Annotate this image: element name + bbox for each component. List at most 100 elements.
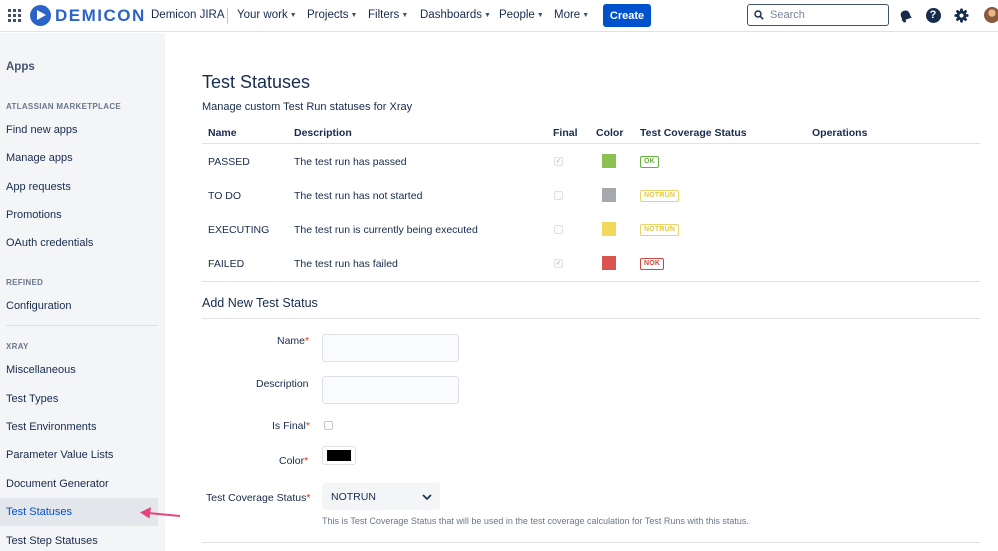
status-name: FAILED (208, 258, 245, 270)
sidebar-item-find-new-apps[interactable]: Find new apps (0, 116, 158, 144)
column-header-final: Final (553, 127, 578, 139)
site-name[interactable]: Demicon JIRA (151, 9, 225, 21)
color-picker-swatch (327, 450, 351, 461)
description-label: Description (256, 378, 309, 390)
sidebar-item-app-requests[interactable]: App requests (0, 173, 158, 201)
nav-more[interactable]: More ▼ (554, 9, 589, 21)
coverage-status-label: Test Coverage Status* (206, 492, 310, 504)
chevron-down-icon: ▼ (484, 12, 491, 19)
table-header-divider (202, 143, 980, 144)
required-mark: * (304, 455, 309, 467)
sidebar-item-test-step-statuses[interactable]: Test Step Statuses (0, 527, 158, 551)
demicon-logo-icon (30, 5, 51, 26)
search-input[interactable] (770, 9, 880, 21)
app-switcher-icon[interactable] (8, 9, 21, 22)
description-input[interactable] (322, 376, 459, 404)
sidebar-section-title: XRAY (6, 342, 29, 351)
status-color-swatch (602, 188, 616, 202)
coverage-lozenge: NOTRUN (640, 224, 680, 236)
color-picker[interactable] (322, 446, 356, 465)
is-final-label: Is Final* (272, 420, 310, 432)
sidebar-item-oauth-credentials[interactable]: OAuth credentials (0, 229, 158, 257)
avatar[interactable] (984, 7, 998, 23)
sidebar-item-test-environments[interactable]: Test Environments (0, 413, 158, 441)
sidebar-item-document-generator[interactable]: Document Generator (0, 470, 158, 498)
page-description: Manage custom Test Run statuses for Xray (202, 101, 413, 113)
name-input[interactable] (322, 334, 459, 362)
coverage-lozenge: OK (640, 156, 659, 168)
sidebar-item-promotions[interactable]: Promotions (0, 201, 158, 229)
sidebar-item-test-types[interactable]: Test Types (0, 385, 158, 413)
status-description: The test run has passed (294, 156, 407, 168)
nav-label: Projects (307, 9, 349, 21)
nav-your-work[interactable]: Your work ▼ (237, 9, 297, 21)
search-icon (754, 10, 764, 20)
form-header-divider (202, 318, 980, 319)
sidebar-item-parameter-value-lists[interactable]: Parameter Value Lists (0, 441, 158, 469)
page-title: Test Statuses (202, 72, 311, 92)
sidebar-divider (6, 325, 158, 326)
chevron-down-icon: ▼ (350, 12, 358, 19)
sidebar-item-manage-apps[interactable]: Manage apps (0, 144, 158, 172)
coverage-lozenge: NOTRUN (640, 190, 680, 202)
chevron-down-icon: ▼ (401, 12, 409, 19)
final-checkbox (554, 225, 563, 234)
create-button[interactable]: Create (603, 4, 651, 27)
column-header-operations: Operations (812, 127, 868, 139)
status-name: TO DO (208, 190, 242, 202)
logo-text: DEMICON (55, 5, 146, 25)
status-color-swatch (602, 256, 616, 270)
status-color-swatch (602, 222, 616, 236)
coverage-help-text: This is Test Coverage Status that will b… (322, 516, 749, 526)
nav-people[interactable]: People ▼ (499, 9, 544, 21)
column-header-description: Description (294, 127, 352, 139)
top-navigation: DEMICON Demicon JIRA Your work ▼ Projects… (0, 0, 998, 32)
required-mark: * (305, 420, 310, 432)
column-header-coverage: Test Coverage Status (640, 127, 747, 139)
chevron-down-icon (422, 493, 432, 500)
nav-divider (227, 8, 228, 24)
notifications-icon[interactable] (897, 7, 913, 23)
logo[interactable]: DEMICON (30, 5, 146, 26)
label-text: Name (277, 335, 306, 347)
final-checkbox: ✓ (554, 259, 563, 268)
add-status-title: Add New Test Status (202, 296, 318, 310)
coverage-status-select[interactable]: NOTRUN (322, 483, 440, 510)
name-label: Name* (277, 335, 309, 347)
nav-projects[interactable]: Projects ▼ (307, 9, 357, 21)
nav-filters[interactable]: Filters ▼ (368, 9, 408, 21)
select-value: NOTRUN (331, 490, 376, 503)
status-name: EXECUTING (208, 224, 270, 236)
sidebar-item-test-statuses[interactable]: Test Statuses (0, 498, 158, 526)
sidebar-section-title: ATLASSIAN MARKETPLACE (6, 102, 122, 111)
final-checkbox (554, 191, 563, 200)
column-header-name: Name (208, 127, 237, 139)
chevron-down-icon: ▼ (536, 12, 544, 19)
label-text: Color (279, 455, 305, 467)
form-bottom-divider (202, 542, 980, 543)
settings-icon[interactable] (953, 7, 969, 23)
label-text: Test Coverage Status (206, 492, 307, 504)
nav-label: Dashboards (420, 9, 483, 21)
status-description: The test run has failed (294, 258, 398, 270)
sidebar: Apps ATLASSIAN MARKETPLACE Find new apps… (0, 33, 165, 551)
coverage-lozenge: NOK (640, 258, 665, 270)
nav-dashboards[interactable]: Dashboards ▼ (420, 9, 491, 21)
help-icon[interactable]: ? (925, 7, 941, 23)
required-mark: * (305, 335, 310, 347)
final-checkbox: ✓ (554, 157, 563, 166)
column-header-color: Color (596, 127, 624, 139)
table-bottom-divider (202, 281, 980, 282)
sidebar-item-configuration[interactable]: Configuration (0, 292, 158, 320)
sidebar-item-miscellaneous[interactable]: Miscellaneous (0, 356, 158, 384)
sidebar-section-title: REFINED (6, 278, 44, 287)
sidebar-heading: Apps (6, 61, 35, 73)
nav-label: More (554, 9, 581, 21)
status-description: The test run is currently being executed (294, 224, 478, 236)
status-color-swatch (602, 154, 616, 168)
search-box[interactable] (747, 4, 889, 26)
status-name: PASSED (208, 156, 250, 168)
required-mark: * (306, 492, 311, 504)
chevron-down-icon: ▼ (289, 12, 297, 19)
is-final-checkbox[interactable] (324, 421, 333, 430)
